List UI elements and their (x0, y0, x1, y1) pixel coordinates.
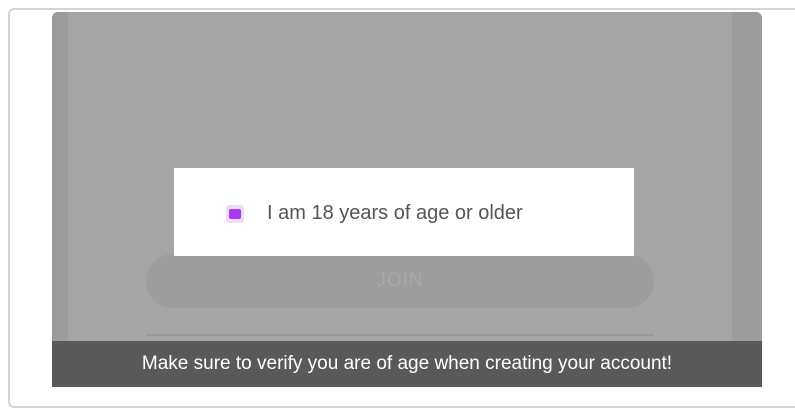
screen-overlay-edge-left (52, 12, 68, 387)
age-checkbox[interactable] (226, 205, 244, 223)
divider (146, 334, 654, 336)
join-button[interactable]: JOIN (146, 254, 654, 308)
age-verification-highlight: I am 18 years of age or older (174, 168, 634, 256)
age-checkbox-label: I am 18 years of age or older (267, 202, 523, 224)
checkbox-checked-icon (229, 209, 241, 219)
caption-text: Make sure to verify you are of age when … (141, 353, 673, 374)
app-screenshot: JOIN I am 18 years of age or older (52, 12, 762, 387)
caption-bar: Make sure to verify you are of age when … (52, 341, 762, 387)
screen-overlay-edge-right (732, 12, 762, 387)
